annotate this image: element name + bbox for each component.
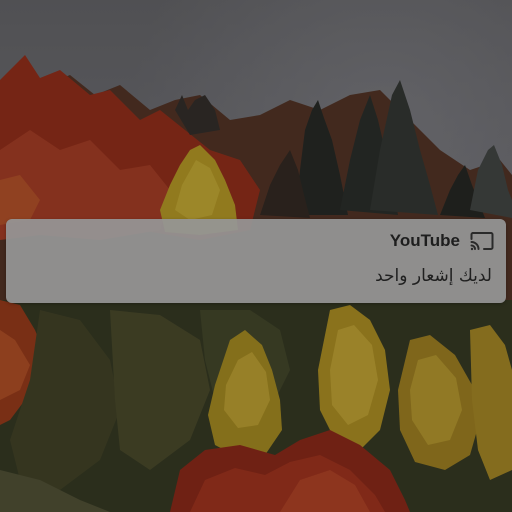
notification-message: لديك إشعار واحد [375, 266, 492, 286]
notification-card[interactable]: YouTube لديك إشعار واحد [6, 219, 506, 303]
app-name: YouTube [389, 231, 460, 250]
notification-header: YouTube [390, 231, 494, 251]
cast-icon [470, 231, 494, 251]
